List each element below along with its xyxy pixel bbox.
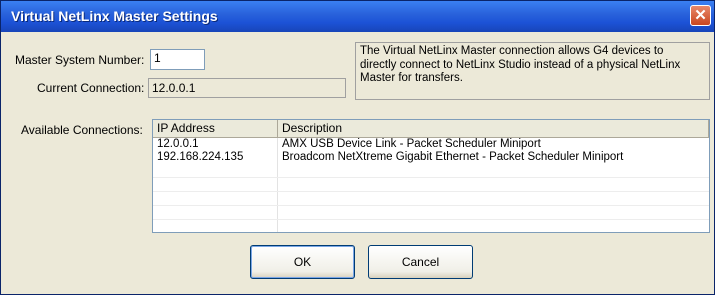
connections-list[interactable]: IP Address Description 12.0.0.1 AMX USB … bbox=[152, 119, 710, 233]
column-header-description[interactable]: Description bbox=[278, 120, 709, 137]
ok-button[interactable]: OK bbox=[250, 245, 355, 279]
description-cell: Broadcom NetXtreme Gigabit Ethernet - Pa… bbox=[282, 151, 624, 163]
info-text: The Virtual NetLinx Master connection al… bbox=[355, 42, 710, 100]
ip-cell: 192.168.224.135 bbox=[153, 151, 278, 164]
title-bar[interactable]: Virtual NetLinx Master Settings ✕ bbox=[1, 1, 714, 32]
empty-row bbox=[153, 220, 709, 232]
table-row[interactable]: 12.0.0.1 AMX USB Device Link - Packet Sc… bbox=[153, 138, 709, 151]
current-connection-label: Current Connection: bbox=[37, 81, 145, 95]
master-system-number-input[interactable]: 1 bbox=[150, 49, 205, 70]
close-icon[interactable]: ✕ bbox=[690, 5, 711, 26]
description-cell: AMX USB Device Link - Packet Scheduler M… bbox=[282, 138, 541, 150]
empty-row bbox=[153, 192, 709, 206]
list-header: IP Address Description bbox=[153, 120, 709, 138]
empty-row bbox=[153, 164, 709, 178]
table-row[interactable]: 192.168.224.135 Broadcom NetXtreme Gigab… bbox=[153, 151, 709, 164]
empty-row bbox=[153, 206, 709, 220]
master-system-number-label: Master System Number: bbox=[15, 53, 145, 67]
window-title: Virtual NetLinx Master Settings bbox=[11, 8, 218, 24]
settings-dialog: Virtual NetLinx Master Settings ✕ Master… bbox=[0, 0, 715, 295]
column-header-ip[interactable]: IP Address bbox=[153, 120, 278, 137]
current-connection-field: 12.0.0.1 bbox=[148, 78, 346, 98]
ip-cell: 12.0.0.1 bbox=[153, 138, 278, 151]
empty-row bbox=[153, 178, 709, 192]
cancel-button[interactable]: Cancel bbox=[368, 245, 473, 279]
available-connections-label: Available Connections: bbox=[21, 123, 143, 137]
